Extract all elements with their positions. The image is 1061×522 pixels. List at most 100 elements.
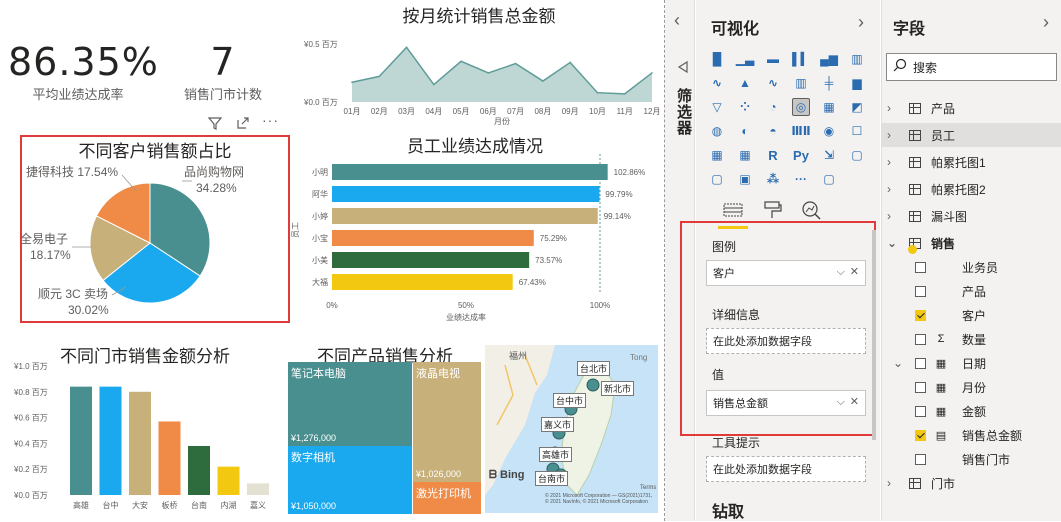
table-item-store[interactable]: › 门市: [881, 471, 1061, 495]
multirow-card-icon[interactable]: ☐: [848, 122, 866, 140]
collapse-left-icon[interactable]: ‹: [674, 10, 680, 31]
line-clustered-icon[interactable]: ╪: [820, 74, 838, 92]
clustered-bar-icon[interactable]: ▬: [764, 50, 782, 68]
waterfall-icon[interactable]: ▽: [708, 98, 726, 116]
y-tick-label: ¥0.6 百万: [13, 414, 48, 423]
line-chart-icon[interactable]: ∿: [708, 74, 726, 92]
format-paint-roller-icon[interactable]: [762, 200, 784, 220]
matrix-icon[interactable]: Py: [792, 146, 810, 164]
table-icon[interactable]: R: [764, 146, 782, 164]
fields-tab-icon[interactable]: [722, 202, 744, 220]
shape-map-icon[interactable]: ◓: [764, 122, 782, 140]
chevron-down-icon: ⌄: [887, 236, 898, 250]
field-item[interactable]: ▤ 销售总金额: [881, 423, 1061, 447]
table-item-product[interactable]: › 产品: [881, 96, 1061, 120]
filter-pane-icon[interactable]: [676, 60, 690, 79]
field-checkbox[interactable]: [915, 333, 926, 345]
focus-mode-icon[interactable]: [235, 115, 251, 131]
donut-chart-icon[interactable]: ▦: [820, 98, 838, 116]
treemap-tile-laptop[interactable]: 笔记本电脑 ¥1,276,000: [288, 362, 412, 446]
table-name: 帕累托图1: [931, 155, 986, 170]
line-column-icon[interactable]: ▥: [792, 74, 810, 92]
field-checkbox[interactable]: [915, 453, 926, 465]
chevron-down-icon[interactable]: ⌄: [893, 356, 915, 370]
analytics-magnifier-icon[interactable]: [800, 200, 822, 220]
area-point: [596, 91, 599, 94]
field-checkbox[interactable]: [915, 261, 926, 273]
x-tick-label: 09月: [562, 107, 579, 116]
treemap-tile-printer[interactable]: 激光打印机: [413, 482, 481, 514]
bar: [70, 386, 92, 495]
filter-icon[interactable]: [207, 115, 223, 131]
smart-narrative-icon[interactable]: ···: [792, 170, 810, 188]
bar: [332, 274, 513, 290]
stacked-area-icon[interactable]: ∿: [764, 74, 782, 92]
kpi-icon[interactable]: ▦: [708, 146, 726, 164]
field-item[interactable]: ⌄ ▦ 日期: [881, 351, 1061, 375]
field-checkbox[interactable]: [915, 285, 926, 297]
field-checkbox[interactable]: [915, 357, 926, 369]
table-item-sales[interactable]: ⌄ 销售: [881, 231, 1061, 255]
stacked-column-icon[interactable]: ▁▃: [736, 50, 754, 68]
pie-chart-icon[interactable]: ◎: [792, 98, 810, 116]
viz-pane-scrollbar[interactable]: [872, 230, 876, 440]
kpi-card-store-count[interactable]: 7 销售门市计数: [168, 40, 278, 103]
store-sales-chart[interactable]: 不同门市销售金额分析 ¥0.0 百万 ¥0.2 百万 ¥0.4 百万 ¥0.6 百万 ¥…: [0, 340, 290, 521]
r-visual-icon[interactable]: ⇲: [820, 146, 838, 164]
key-influencers-icon[interactable]: ▢: [708, 170, 726, 188]
table-icon: [908, 237, 921, 254]
table-item-funnel[interactable]: › 漏斗图: [881, 204, 1061, 228]
decomposition-tree-icon[interactable]: ▣: [736, 170, 754, 188]
calendar-icon: ▦: [935, 381, 947, 394]
scatter-icon[interactable]: ◔: [764, 98, 782, 116]
expand-icon[interactable]: ›: [1043, 12, 1049, 33]
treemap-tile-tv[interactable]: 液晶电视 ¥1,026,000: [413, 362, 481, 482]
table-item-pareto1[interactable]: › 帕累托图1: [881, 150, 1061, 174]
map-terms-link[interactable]: Terms: [640, 485, 656, 491]
fields-search-box[interactable]: 搜索: [886, 53, 1057, 81]
clustered-column-icon[interactable]: ▌▍: [792, 50, 810, 68]
x-tick-label: 12月: [644, 107, 661, 116]
python-visual-icon[interactable]: ▢: [848, 146, 866, 164]
field-item[interactable]: 客户: [881, 303, 1061, 327]
field-item[interactable]: 销售门市: [881, 447, 1061, 471]
funnel-icon[interactable]: ⁘: [736, 98, 754, 116]
slicer-icon[interactable]: ▦: [736, 146, 754, 164]
field-checkbox[interactable]: [915, 381, 926, 393]
x-tick-label: 02月: [371, 107, 388, 116]
filled-map-icon[interactable]: ◐: [736, 122, 754, 140]
100-column-icon[interactable]: ▥: [848, 50, 866, 68]
stacked-bar-icon[interactable]: ▐▌: [708, 50, 726, 68]
kpi-card-achievement[interactable]: 86.35% 平均业绩达成率: [8, 40, 158, 103]
staff-achievement-chart[interactable]: 员工业绩达成情况 小明 102.86% 阿华 99.79% 小婷 99.14% 小宝 75.2…: [286, 130, 664, 326]
area-chart-icon[interactable]: ▲: [736, 74, 754, 92]
store-map[interactable]: 福州 台北市 新北市 台中市 嘉义市 高雄市 台南市 Tong ᗷ Bing ©…: [485, 345, 658, 513]
field-item[interactable]: ▦ 月份: [881, 375, 1061, 399]
x-tick-label: 11月: [617, 107, 633, 116]
well-drop-zone-tooltips[interactable]: 在此处添加数据字段: [706, 456, 866, 482]
product-treemap[interactable]: 不同产品销售分析 笔记本电脑 ¥1,276,000 数字相机 ¥1,050,00…: [286, 340, 484, 521]
field-item[interactable]: 业务员: [881, 255, 1061, 279]
treemap-tile-camera[interactable]: 数字相机 ¥1,050,000: [288, 446, 412, 514]
field-checkbox[interactable]: [915, 429, 926, 441]
more-options-icon[interactable]: ···: [262, 112, 279, 128]
field-item[interactable]: ▦ 金额: [881, 399, 1061, 423]
map-icon[interactable]: ◍: [708, 122, 726, 140]
filters-pane-label[interactable]: 筛选器: [674, 88, 694, 136]
table-item-staff[interactable]: › 员工: [881, 123, 1061, 147]
qa-icon[interactable]: ⁂: [764, 170, 782, 188]
field-item[interactable]: Σ 数量: [881, 327, 1061, 351]
monthly-sales-chart[interactable]: 按月统计销售总金额 ¥0.0 百万 ¥0.5 百万 01月 02月 03月 04月 05月 0…: [296, 0, 662, 128]
card-icon[interactable]: ◉: [820, 122, 838, 140]
gauge-icon[interactable]: ⅢⅡ: [791, 122, 810, 140]
more-visuals-icon[interactable]: ▢: [820, 170, 838, 188]
100-bar-icon[interactable]: ▄▆: [820, 50, 838, 68]
field-checkbox[interactable]: [915, 405, 926, 417]
ribbon-chart-icon[interactable]: ▆: [848, 74, 866, 92]
expand-right-icon[interactable]: ›: [858, 12, 864, 33]
field-checkbox[interactable]: [915, 309, 926, 321]
field-item[interactable]: 产品: [881, 279, 1061, 303]
table-item-pareto2[interactable]: › 帕累托图2: [881, 177, 1061, 201]
bar: [217, 466, 240, 495]
treemap-icon[interactable]: ◩: [848, 98, 866, 116]
